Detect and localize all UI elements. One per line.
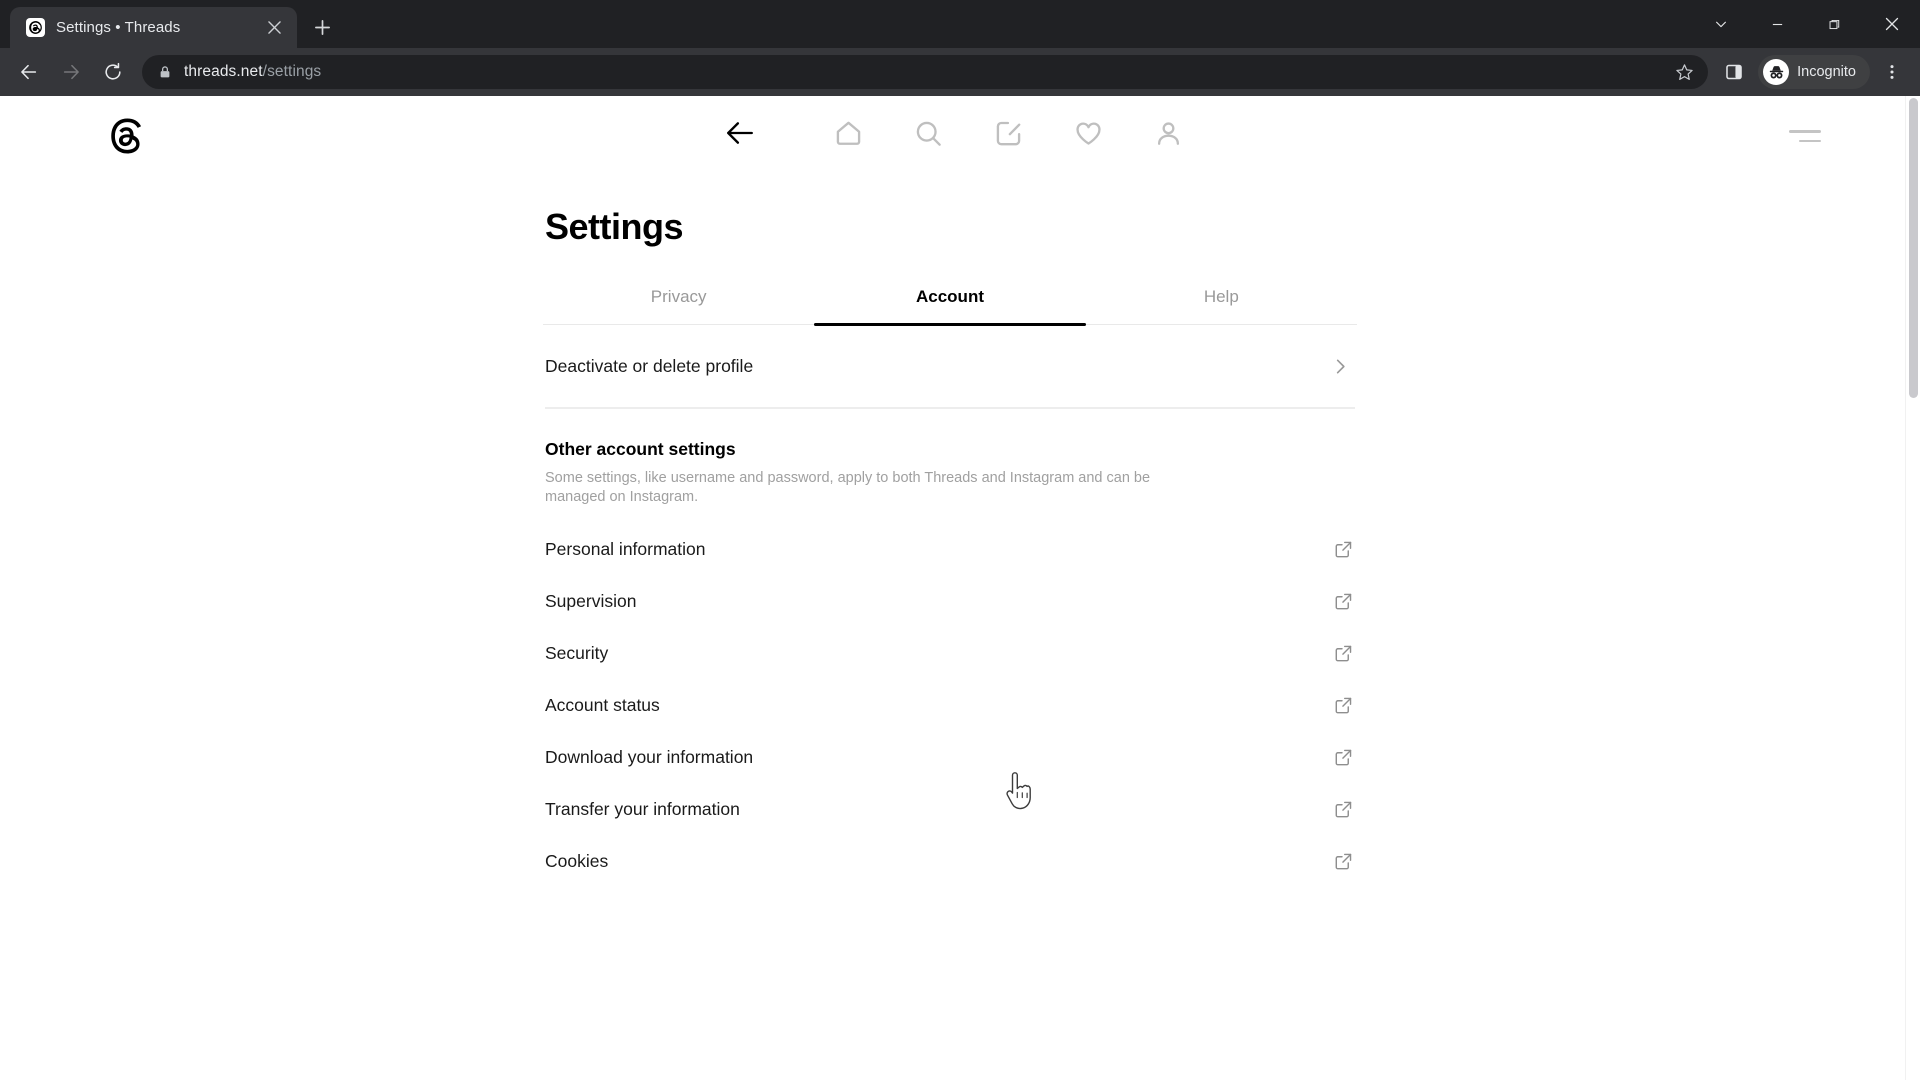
row-label: Supervision xyxy=(545,591,637,612)
star-icon[interactable] xyxy=(1675,63,1694,82)
external-link-icon xyxy=(1334,540,1353,559)
address-bar[interactable]: threads.net/settings xyxy=(142,55,1709,89)
tab-account[interactable]: Account xyxy=(814,274,1086,326)
new-tab-button[interactable] xyxy=(305,10,339,44)
address-bar-url: threads.net/settings xyxy=(184,63,1663,81)
side-panel-icon[interactable] xyxy=(1716,54,1752,90)
row-account-status[interactable]: Account status xyxy=(543,680,1357,732)
url-path: /settings xyxy=(262,63,322,80)
threads-header xyxy=(0,96,1920,170)
hamburger-line xyxy=(1789,130,1821,133)
incognito-label: Incognito xyxy=(1797,64,1856,80)
section-title: Other account settings xyxy=(545,438,736,459)
row-cookies[interactable]: Cookies xyxy=(543,836,1357,888)
row-deactivate-or-delete-profile[interactable]: Deactivate or delete profile xyxy=(543,325,1357,407)
heart-icon[interactable] xyxy=(1048,105,1128,161)
browser-tab-title: Settings • Threads xyxy=(56,19,181,36)
row-download-your-information[interactable]: Download your information xyxy=(543,732,1357,784)
row-label: Transfer your information xyxy=(545,799,740,820)
browser-window: Settings • Threads threads.net/settings … xyxy=(0,0,1920,1080)
threads-logo-icon xyxy=(26,18,45,37)
search-icon[interactable] xyxy=(888,105,968,161)
settings-tabs: Privacy Account Help xyxy=(543,274,1357,326)
profile-icon[interactable] xyxy=(1128,105,1208,161)
minimize-icon[interactable] xyxy=(1749,0,1806,48)
tab-privacy[interactable]: Privacy xyxy=(543,274,814,324)
external-link-icon xyxy=(1334,592,1353,611)
external-link-icon xyxy=(1334,800,1353,819)
chevron-right-icon xyxy=(1331,357,1350,376)
compose-icon[interactable] xyxy=(968,105,1048,161)
lock-icon xyxy=(158,65,172,79)
row-personal-information[interactable]: Personal information xyxy=(543,524,1357,576)
row-label: Security xyxy=(545,643,609,664)
external-link-icon xyxy=(1334,696,1353,715)
page-scrollbar[interactable] xyxy=(1905,96,1920,1080)
scrollbar-thumb[interactable] xyxy=(1909,98,1918,398)
browser-tab-strip: Settings • Threads xyxy=(0,0,1920,48)
external-link-icon xyxy=(1334,644,1353,663)
page-viewport: Settings Privacy Account Help Deactivate… xyxy=(0,96,1920,1080)
row-label: Account status xyxy=(545,695,660,716)
threads-nav xyxy=(712,105,1208,161)
incognito-profile-button[interactable]: Incognito xyxy=(1758,55,1870,89)
section-description: Some settings, like username and passwor… xyxy=(545,469,1151,506)
page-title: Settings xyxy=(545,206,684,247)
hamburger-line xyxy=(1799,139,1821,142)
browser-toolbar: threads.net/settings Incognito xyxy=(0,48,1920,96)
row-label: Cookies xyxy=(545,851,609,872)
row-label: Personal information xyxy=(545,539,706,560)
external-link-icon xyxy=(1334,852,1353,871)
back-arrow-icon[interactable] xyxy=(712,105,768,161)
settings-content: Settings Privacy Account Help Deactivate… xyxy=(543,170,1357,888)
threads-nav-icons xyxy=(808,105,1208,161)
url-domain: threads.net xyxy=(184,63,263,80)
close-icon[interactable] xyxy=(1863,0,1920,48)
other-account-settings-header: Other account settings Some settings, li… xyxy=(543,409,1357,508)
forward-arrow-icon[interactable] xyxy=(54,55,88,89)
incognito-icon xyxy=(1763,59,1790,85)
home-icon[interactable] xyxy=(808,105,888,161)
hamburger-menu-icon[interactable] xyxy=(1789,122,1825,150)
row-label: Download your information xyxy=(545,747,754,768)
three-dots-menu-icon[interactable] xyxy=(1874,54,1910,90)
row-transfer-your-information[interactable]: Transfer your information xyxy=(543,784,1357,836)
external-settings-list: Personal information Supervision Securit… xyxy=(543,508,1357,888)
row-label: Deactivate or delete profile xyxy=(545,355,754,376)
window-controls xyxy=(1692,0,1920,48)
row-supervision[interactable]: Supervision xyxy=(543,576,1357,628)
close-icon[interactable] xyxy=(263,17,285,39)
chevron-down-icon[interactable] xyxy=(1692,0,1749,48)
reload-icon[interactable] xyxy=(96,55,130,89)
tab-help[interactable]: Help xyxy=(1086,274,1357,324)
row-security[interactable]: Security xyxy=(543,628,1357,680)
back-arrow-icon[interactable] xyxy=(12,55,46,89)
external-link-icon xyxy=(1334,748,1353,767)
threads-logo-icon[interactable] xyxy=(105,114,149,158)
browser-tab[interactable]: Settings • Threads xyxy=(10,7,297,48)
maximize-icon[interactable] xyxy=(1806,0,1863,48)
